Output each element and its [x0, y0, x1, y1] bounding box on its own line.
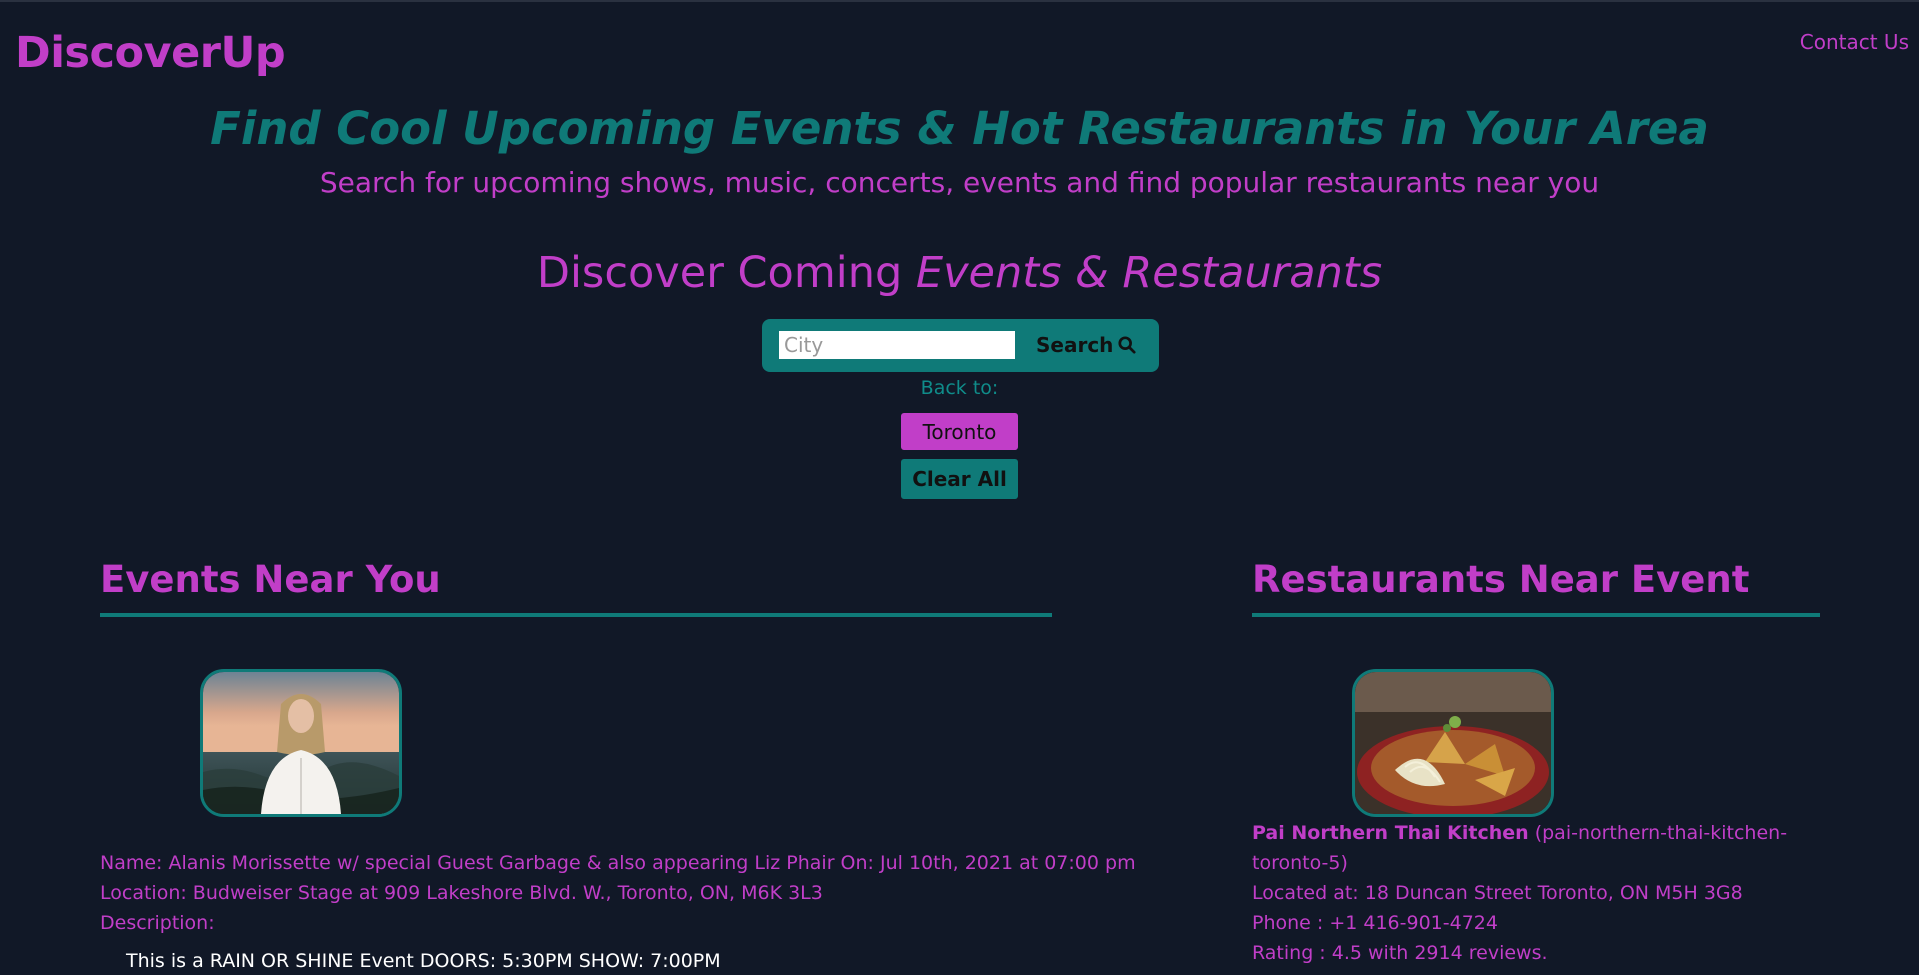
restaurant-address-line: Located at: 18 Duncan Street Toronto, ON… [1252, 882, 1743, 904]
restaurant-title: Pai Northern Thai Kitchen (pai-northern-… [1252, 818, 1822, 878]
city-search-input[interactable] [779, 331, 1015, 359]
discover-heading-lead: Discover Coming [536, 248, 916, 298]
event-description-label: Description: [100, 912, 215, 934]
search-icon [1118, 336, 1136, 354]
discover-heading-emphasis: Events & Restaurants [915, 248, 1383, 298]
clear-all-button[interactable]: Clear All [901, 459, 1018, 499]
contact-us-link[interactable]: Contact Us [1800, 30, 1909, 54]
brand-logo[interactable]: DiscoverUp [15, 28, 286, 78]
restaurants-divider [1252, 613, 1820, 617]
restaurants-heading: Restaurants Near Event [1252, 558, 1750, 601]
event-photo-image [203, 672, 399, 814]
hero-subtitle: Search for upcoming shows, music, concer… [319, 166, 1600, 199]
event-photo[interactable] [200, 669, 402, 817]
back-to-label: Back to: [920, 377, 999, 399]
events-heading: Events Near You [100, 558, 441, 601]
restaurant-phone-line: Phone : +1 416-901-4724 [1252, 912, 1498, 934]
search-button[interactable]: Search [1026, 331, 1146, 359]
events-divider [100, 613, 1052, 617]
event-name-line: Name: Alanis Morissette w/ special Guest… [100, 852, 1136, 874]
event-location-line: Location: Budweiser Stage at 909 Lakesho… [100, 882, 823, 904]
search-form: Search [762, 319, 1159, 372]
restaurant-photo-image [1355, 672, 1551, 814]
event-description-text: This is a RAIN OR SHINE Event DOORS: 5:3… [126, 950, 721, 972]
restaurant-photo[interactable] [1352, 669, 1554, 817]
discover-heading: Discover Coming Events & Restaurants [0, 248, 1919, 298]
restaurant-rating-line: Rating : 4.5 with 2914 reviews. [1252, 942, 1548, 964]
recent-city-toronto-button[interactable]: Toronto [901, 413, 1018, 450]
hero-title: Find Cool Upcoming Events & Hot Restaura… [210, 102, 1709, 155]
restaurant-name[interactable]: Pai Northern Thai Kitchen [1252, 822, 1529, 844]
search-button-label: Search [1036, 333, 1114, 357]
